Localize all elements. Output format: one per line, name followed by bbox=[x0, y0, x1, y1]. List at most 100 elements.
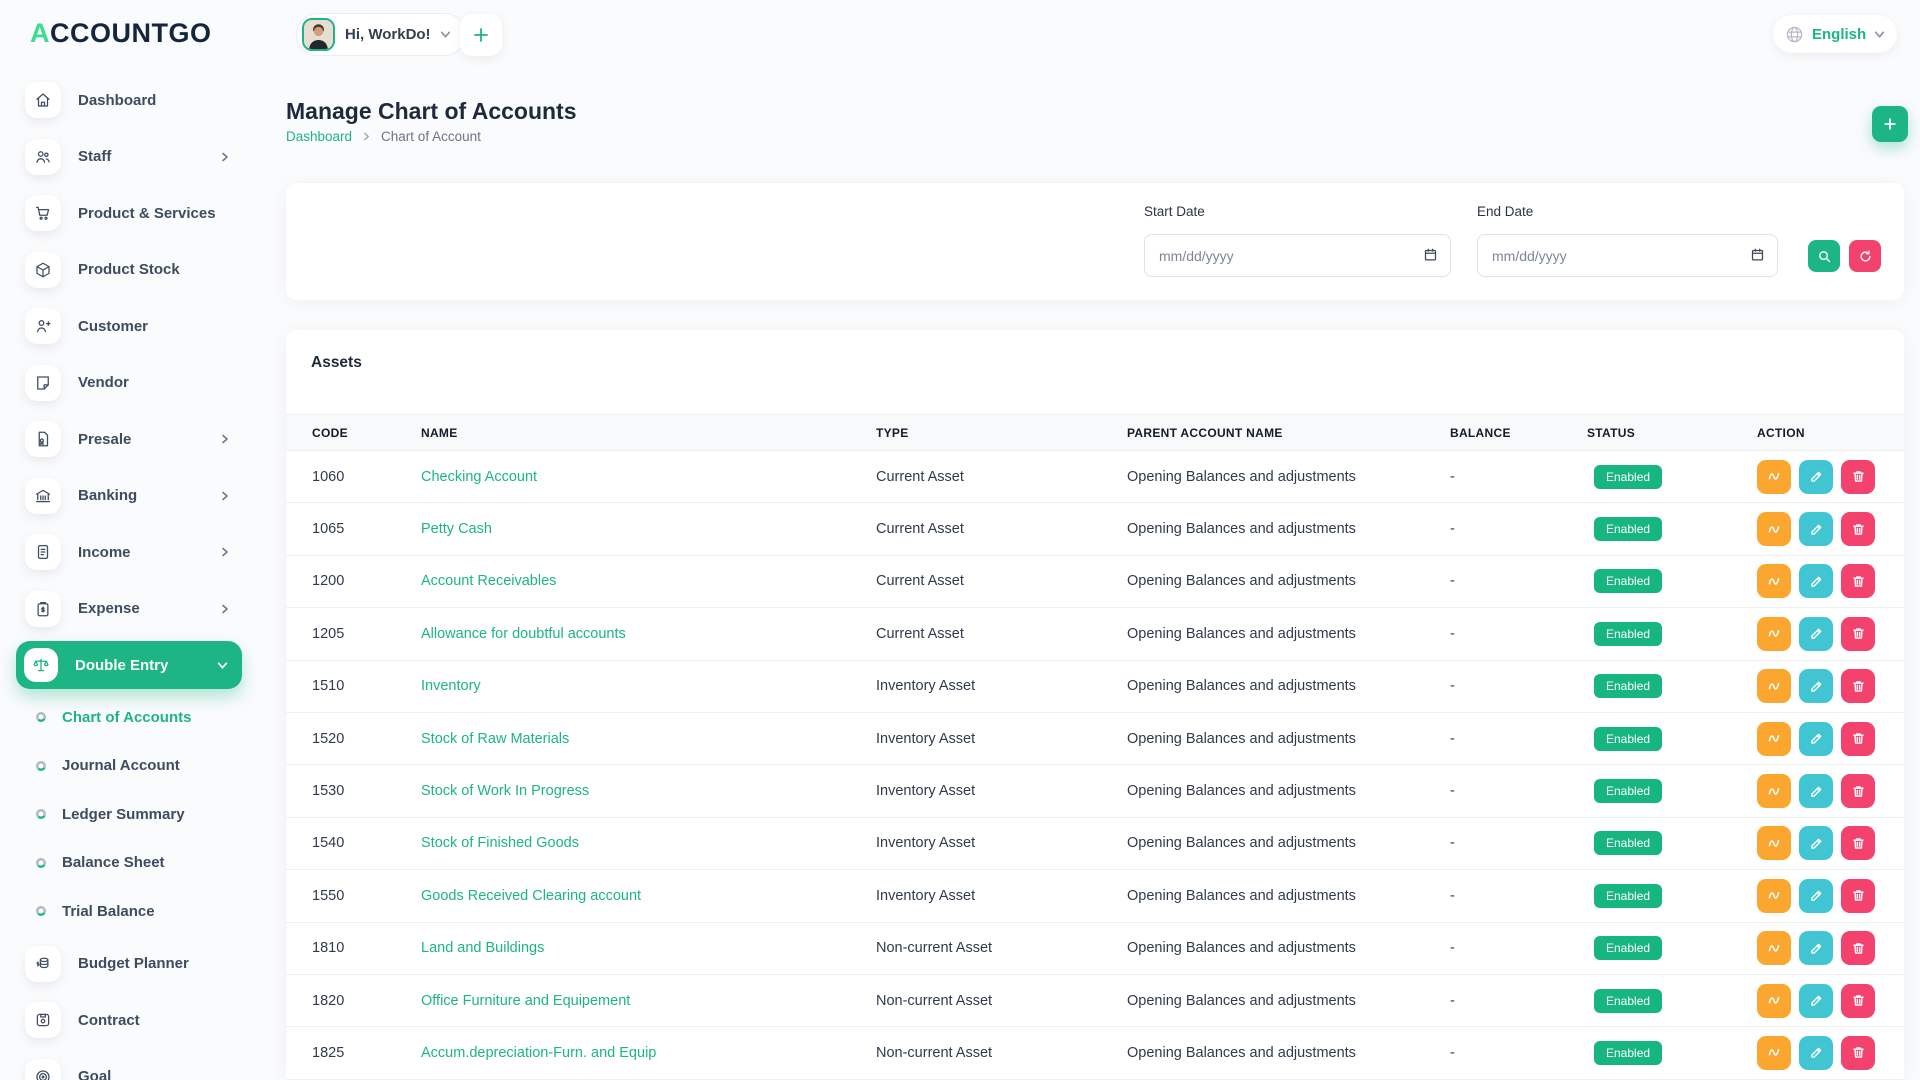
edit-button[interactable] bbox=[1799, 616, 1833, 651]
view-transactions-button[interactable] bbox=[1757, 616, 1791, 651]
sidebar-subitem-label: Ledger Summary bbox=[62, 805, 185, 823]
sidebar-item-goal[interactable]: Goal bbox=[0, 1049, 270, 1080]
account-name-link[interactable]: Inventory bbox=[421, 678, 481, 694]
account-name-link[interactable]: Office Furniture and Equipement bbox=[421, 993, 630, 1009]
logo-text: CCOUNTGO bbox=[50, 18, 212, 48]
sidebar-item-contract[interactable]: Contract bbox=[0, 992, 270, 1049]
sidebar-subitem-chart-of-accounts[interactable]: Chart of Accounts bbox=[0, 693, 270, 742]
edit-button[interactable] bbox=[1799, 564, 1833, 599]
delete-button[interactable] bbox=[1841, 459, 1875, 494]
edit-button[interactable] bbox=[1799, 459, 1833, 494]
account-code: 1520 bbox=[312, 730, 345, 747]
sidebar-item-income[interactable]: Income bbox=[0, 524, 270, 581]
status-badge: Enabled bbox=[1594, 569, 1663, 594]
account-type: Inventory Asset bbox=[876, 783, 976, 800]
edit-button[interactable] bbox=[1799, 983, 1833, 1018]
delete-button[interactable] bbox=[1841, 983, 1875, 1018]
edit-button[interactable] bbox=[1799, 669, 1833, 704]
view-transactions-button[interactable] bbox=[1757, 512, 1791, 547]
activity-icon bbox=[1767, 574, 1782, 589]
account-balance: - bbox=[1450, 992, 1455, 1009]
view-transactions-button[interactable] bbox=[1757, 1035, 1791, 1070]
delete-button[interactable] bbox=[1841, 1035, 1875, 1070]
delete-button[interactable] bbox=[1841, 721, 1875, 756]
delete-button[interactable] bbox=[1841, 878, 1875, 913]
view-transactions-button[interactable] bbox=[1757, 721, 1791, 756]
account-name-link[interactable]: Stock of Work In Progress bbox=[421, 783, 589, 799]
table-row: 1065 Petty Cash Current Asset Opening Ba… bbox=[286, 503, 1904, 556]
sidebar-item-dashboard[interactable]: Dashboard bbox=[0, 72, 270, 129]
sidebar-item-double-entry[interactable]: Double Entry bbox=[16, 641, 242, 689]
account-balance: - bbox=[1450, 887, 1455, 904]
edit-button[interactable] bbox=[1799, 774, 1833, 809]
sidebar-item-presale[interactable]: Presale bbox=[0, 411, 270, 468]
account-name-link[interactable]: Account Receivables bbox=[421, 573, 556, 589]
view-transactions-button[interactable] bbox=[1757, 564, 1791, 599]
app-logo[interactable]: ACCOUNTGO bbox=[30, 18, 212, 49]
end-date-input[interactable] bbox=[1477, 234, 1778, 277]
edit-button[interactable] bbox=[1799, 931, 1833, 966]
delete-button[interactable] bbox=[1841, 564, 1875, 599]
view-transactions-button[interactable] bbox=[1757, 669, 1791, 704]
sidebar-item-expense[interactable]: Expense bbox=[0, 581, 270, 638]
apply-filter-button[interactable] bbox=[1808, 240, 1840, 272]
edit-button[interactable] bbox=[1799, 1035, 1833, 1070]
sidebar-item-vendor[interactable]: Vendor bbox=[0, 355, 270, 412]
edit-button[interactable] bbox=[1799, 878, 1833, 913]
sidebar-item-label: Double Entry bbox=[75, 656, 169, 674]
account-name-link[interactable]: Stock of Raw Materials bbox=[421, 731, 569, 747]
view-transactions-button[interactable] bbox=[1757, 826, 1791, 861]
sidebar-item-product-services[interactable]: Product & Services bbox=[0, 185, 270, 242]
sidebar-item-label: Vendor bbox=[78, 374, 129, 392]
account-balance: - bbox=[1450, 678, 1455, 695]
workspace-menu[interactable]: Hi, WorkDo! bbox=[296, 13, 466, 56]
sidebar-item-product-stock[interactable]: Product Stock bbox=[0, 242, 270, 299]
view-transactions-button[interactable] bbox=[1757, 931, 1791, 966]
start-date-input[interactable] bbox=[1144, 234, 1451, 277]
account-name-link[interactable]: Goods Received Clearing account bbox=[421, 888, 641, 904]
delete-button[interactable] bbox=[1841, 669, 1875, 704]
account-name-link[interactable]: Land and Buildings bbox=[421, 940, 544, 956]
pencil-icon bbox=[1809, 522, 1824, 537]
table-row: 1200 Account Receivables Current Asset O… bbox=[286, 556, 1904, 609]
sidebar-subitem-balance-sheet[interactable]: Balance Sheet bbox=[0, 839, 270, 888]
edit-button[interactable] bbox=[1799, 721, 1833, 756]
account-name-link[interactable]: Stock of Finished Goods bbox=[421, 835, 579, 851]
edit-button[interactable] bbox=[1799, 826, 1833, 861]
delete-button[interactable] bbox=[1841, 826, 1875, 861]
breadcrumb-dashboard-link[interactable]: Dashboard bbox=[286, 129, 352, 144]
trash-icon bbox=[1851, 469, 1866, 484]
create-account-button[interactable] bbox=[1872, 106, 1908, 142]
delete-button[interactable] bbox=[1841, 616, 1875, 651]
parent-account-name: Opening Balances and adjustments bbox=[1127, 940, 1356, 957]
account-name-link[interactable]: Checking Account bbox=[421, 469, 537, 485]
sidebar-subitem-journal-account[interactable]: Journal Account bbox=[0, 742, 270, 791]
row-actions bbox=[1757, 774, 1904, 809]
pencil-icon bbox=[1809, 469, 1824, 484]
reset-filter-button[interactable] bbox=[1849, 240, 1881, 272]
parent-account-name: Opening Balances and adjustments bbox=[1127, 573, 1356, 590]
sidebar-item-staff[interactable]: Staff bbox=[0, 129, 270, 186]
delete-button[interactable] bbox=[1841, 931, 1875, 966]
edit-button[interactable] bbox=[1799, 512, 1833, 547]
add-workspace-button[interactable] bbox=[460, 14, 502, 56]
sidebar-item-customer[interactable]: Customer bbox=[0, 298, 270, 355]
account-balance: - bbox=[1450, 1044, 1455, 1061]
account-name-link[interactable]: Accum.depreciation-Furn. and Equip bbox=[421, 1045, 656, 1061]
view-transactions-button[interactable] bbox=[1757, 459, 1791, 494]
sidebar-item-budget-planner[interactable]: Budget Planner bbox=[0, 936, 270, 993]
view-transactions-button[interactable] bbox=[1757, 878, 1791, 913]
delete-button[interactable] bbox=[1841, 512, 1875, 547]
delete-button[interactable] bbox=[1841, 774, 1875, 809]
account-balance: - bbox=[1450, 783, 1455, 800]
view-transactions-button[interactable] bbox=[1757, 774, 1791, 809]
sidebar-item-banking[interactable]: Banking bbox=[0, 468, 270, 525]
sidebar-subitem-ledger-summary[interactable]: Ledger Summary bbox=[0, 790, 270, 839]
trash-icon bbox=[1851, 941, 1866, 956]
language-selector[interactable]: English bbox=[1773, 15, 1898, 53]
view-transactions-button[interactable] bbox=[1757, 983, 1791, 1018]
account-name-link[interactable]: Allowance for doubtful accounts bbox=[421, 626, 626, 642]
account-name-link[interactable]: Petty Cash bbox=[421, 521, 492, 537]
activity-icon bbox=[1767, 1045, 1782, 1060]
sidebar-subitem-trial-balance[interactable]: Trial Balance bbox=[0, 887, 270, 936]
